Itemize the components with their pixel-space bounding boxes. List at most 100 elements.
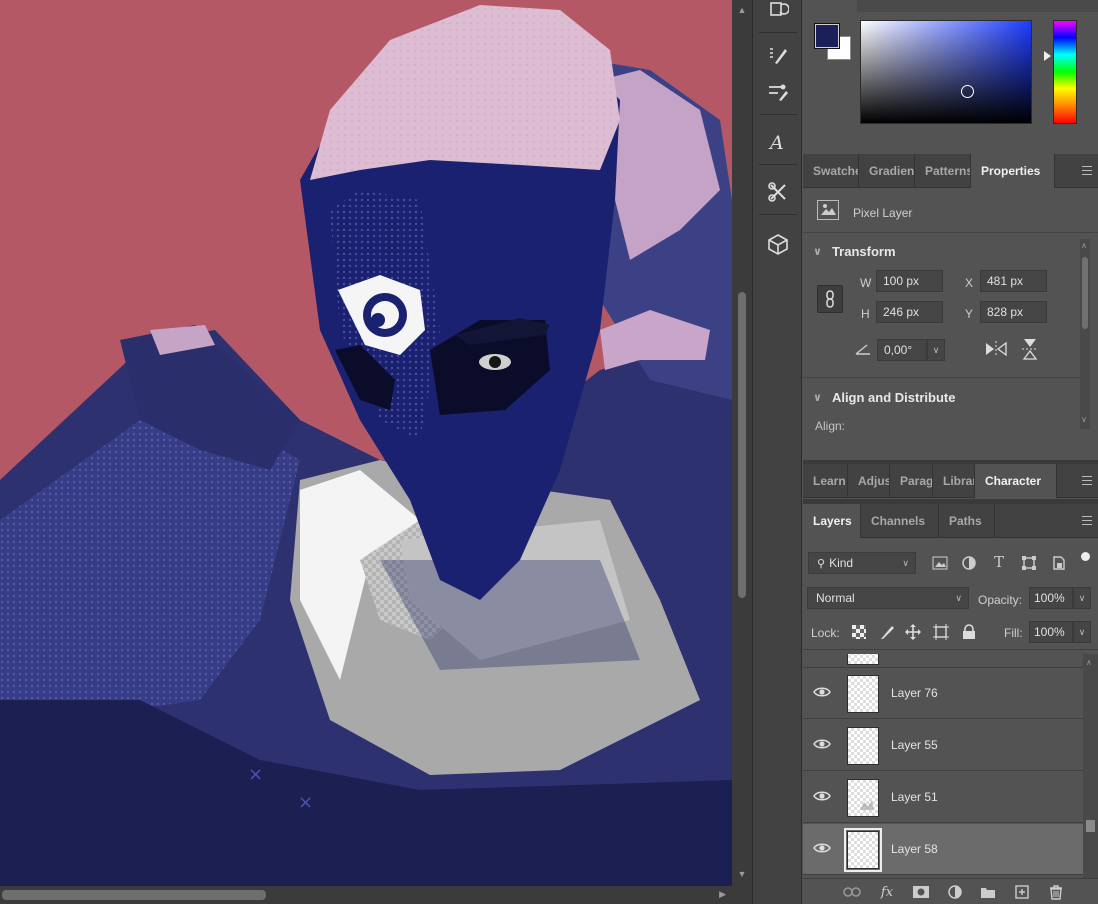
pixel-layer-icon [817, 200, 839, 220]
lock-artboard-icon[interactable] [932, 623, 950, 641]
rotation-angle-field[interactable]: 0,00° [877, 339, 927, 361]
tab-swatches[interactable]: Swatches [803, 154, 859, 188]
layer-row[interactable]: Layer 51 [803, 772, 1083, 823]
blend-mode-dropdown[interactable]: Normal ∨ [807, 587, 969, 609]
properties-scrollbar[interactable]: ∧ ∨ [1080, 239, 1090, 429]
layers-list[interactable]: Layer 76 Layer 55 Layer 51 Layer 58 [803, 654, 1083, 878]
brush-settings-icon[interactable] [762, 40, 794, 72]
canvas-vertical-scrollbar[interactable]: ▲ ▼ [732, 0, 752, 886]
layer-type-label: Pixel Layer [853, 206, 913, 220]
layer-thumbnail [847, 727, 879, 765]
scroll-right-arrow-icon[interactable]: ▶ [719, 889, 726, 900]
foreground-color-swatch[interactable] [814, 23, 840, 49]
properties-panel: Pixel Layer ∨ Transform W 100 px X 481 px… [803, 189, 1098, 433]
eye-visibility-icon[interactable] [813, 789, 833, 805]
x-position-field[interactable]: 481 px [980, 270, 1047, 292]
eye-visibility-icon[interactable] [813, 685, 833, 701]
panel-menu-icon[interactable] [1082, 516, 1092, 525]
fill-field[interactable]: 100% [1029, 621, 1073, 643]
angle-icon [855, 343, 871, 358]
layer-thumbnail [847, 779, 879, 817]
scroll-down-arrow-icon[interactable]: ▼ [736, 868, 748, 880]
layers-tab-bar: Layers Channels Paths [803, 504, 1098, 538]
panel-menu-icon[interactable] [1082, 166, 1092, 175]
filter-smart-object-icon[interactable] [1050, 554, 1068, 572]
document-canvas[interactable]: × × [0, 0, 732, 886]
layers-footer-toolbar: fx [803, 878, 1098, 904]
layer-row-partial[interactable] [803, 654, 1083, 668]
layer-row[interactable]: Layer 55 [803, 720, 1083, 771]
tab-character[interactable]: Character [975, 464, 1057, 498]
tab-properties[interactable]: Properties [971, 154, 1055, 188]
filter-shape-icon[interactable] [1020, 554, 1038, 572]
lock-label: Lock: [811, 626, 840, 640]
tab-libraries[interactable]: Libraries [933, 464, 975, 498]
filter-toggle-switch[interactable] [1081, 550, 1091, 570]
new-adjustment-layer-icon[interactable] [946, 884, 964, 900]
opacity-field[interactable]: 100% [1029, 587, 1073, 609]
tab-gradients[interactable]: Gradients [859, 154, 915, 188]
flip-vertical-icon[interactable] [1021, 338, 1039, 363]
3d-cube-icon[interactable] [762, 228, 794, 260]
flip-horizontal-icon[interactable] [985, 340, 1007, 361]
new-group-folder-icon[interactable] [979, 884, 997, 900]
delete-layer-trash-icon[interactable] [1047, 884, 1065, 900]
layers-scroll-thumb[interactable] [1086, 820, 1095, 832]
filter-adjustment-icon[interactable] [960, 554, 978, 572]
scroll-up-arrow-icon[interactable]: ∧ [1081, 241, 1087, 250]
saturation-value-field[interactable] [860, 20, 1032, 124]
svg-text:×: × [248, 764, 263, 785]
panel-menu-icon[interactable] [1082, 476, 1092, 485]
tab-channels[interactable]: Channels [861, 504, 939, 538]
tab-paths[interactable]: Paths [939, 504, 995, 538]
filter-type-icon[interactable]: T [990, 553, 1008, 571]
align-distribute-section-header[interactable]: ∨ Align and Distribute [813, 390, 955, 405]
eye-visibility-icon[interactable] [813, 841, 833, 857]
fill-label: Fill: [1004, 626, 1023, 640]
opacity-label: Opacity: [978, 593, 1023, 607]
link-layers-icon[interactable] [843, 884, 861, 900]
tab-adjustments[interactable]: Adjustments [848, 464, 890, 498]
lock-position-move-icon[interactable] [904, 623, 922, 641]
opacity-slider-chevron-icon[interactable]: ∨ [1073, 587, 1091, 609]
tab-patterns[interactable]: Patterns [915, 154, 971, 188]
eye-visibility-icon[interactable] [813, 737, 833, 753]
angle-dropdown-chevron-icon[interactable]: ∨ [927, 339, 945, 361]
hue-slider-arrow-icon[interactable] [1044, 51, 1051, 61]
properties-scroll-thumb[interactable] [1082, 257, 1088, 329]
brush-presets-icon[interactable] [762, 76, 794, 108]
tab-paragraph[interactable]: Paragraph [890, 464, 933, 498]
color-picker-cursor[interactable] [961, 85, 974, 98]
lock-transparent-pixels-icon[interactable] [850, 623, 868, 641]
width-field[interactable]: 100 px [876, 270, 943, 292]
lock-all-padlock-icon[interactable] [960, 623, 978, 641]
height-field[interactable]: 246 px [876, 301, 943, 323]
scroll-up-arrow-icon[interactable]: ▲ [736, 4, 748, 16]
scroll-up-arrow-icon[interactable]: ∧ [1086, 658, 1092, 667]
fill-slider-chevron-icon[interactable]: ∨ [1073, 621, 1091, 643]
filter-pixel-icon[interactable] [931, 554, 949, 572]
layer-effects-fx-icon[interactable]: fx [878, 884, 896, 900]
artwork: × × [0, 0, 732, 886]
horizontal-scroll-thumb[interactable] [2, 890, 266, 900]
lock-image-pixels-brush-icon[interactable] [878, 623, 896, 641]
transform-section-header[interactable]: ∨ Transform [813, 244, 896, 259]
canvas-horizontal-scrollbar[interactable]: ▶ [0, 886, 752, 904]
tab-layers[interactable]: Layers [803, 504, 861, 538]
history-icon[interactable] [762, 0, 794, 26]
scroll-down-arrow-icon[interactable]: ∨ [1081, 415, 1087, 424]
layer-filter-kind-dropdown[interactable]: ⚲ Kind ∨ [808, 552, 916, 574]
tool-presets-icon[interactable] [762, 176, 794, 208]
hue-slider[interactable] [1053, 20, 1077, 124]
layer-row[interactable]: Layer 76 [803, 668, 1083, 719]
tab-learn[interactable]: Learn [803, 464, 848, 498]
new-layer-icon[interactable] [1013, 884, 1031, 900]
add-mask-icon[interactable] [912, 884, 930, 900]
layers-scrollbar[interactable]: ∧ [1083, 654, 1098, 878]
vertical-scroll-thumb[interactable] [738, 292, 746, 598]
y-position-field[interactable]: 828 px [980, 301, 1047, 323]
layer-row-selected[interactable]: Layer 58 [803, 824, 1083, 875]
layer-thumbnail [847, 654, 879, 665]
glyphs-icon[interactable]: A [762, 126, 794, 158]
link-dimensions-button[interactable] [817, 285, 843, 313]
